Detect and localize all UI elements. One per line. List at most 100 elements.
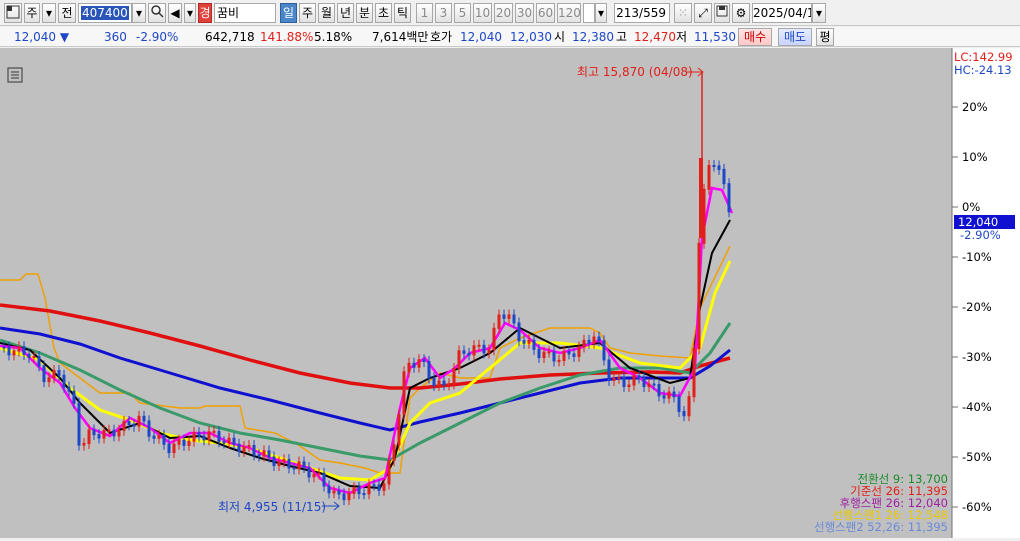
prev-button[interactable]: 전 bbox=[58, 3, 76, 23]
candle-body bbox=[72, 390, 76, 404]
candle-body bbox=[292, 467, 296, 470]
average-button[interactable]: 평 bbox=[816, 28, 834, 46]
custom-period-dropdown-icon[interactable]: ▾ bbox=[595, 3, 607, 23]
period-month-button[interactable]: 월 bbox=[318, 3, 335, 23]
grid-icon[interactable]: ⁙ bbox=[674, 3, 692, 23]
chart-canvas[interactable]: 20% 10% 0% -10% -20% -30% -40% -50% -60% LC:142.… bbox=[0, 48, 1020, 538]
candle-body bbox=[602, 340, 606, 361]
candle-body bbox=[607, 359, 611, 381]
sound-icon[interactable]: ◀ bbox=[168, 3, 182, 23]
price-chart[interactable]: 20% 10% 0% -10% -20% -30% -40% -50% -60% LC:142.… bbox=[0, 48, 1020, 538]
candle-body bbox=[47, 377, 51, 383]
layout-icon[interactable] bbox=[4, 3, 22, 23]
candle-body bbox=[177, 439, 181, 445]
candle-body bbox=[497, 314, 501, 329]
candle-body bbox=[97, 434, 101, 439]
period-second-button[interactable]: 초 bbox=[375, 3, 392, 23]
candle-body bbox=[417, 359, 421, 368]
price-change-pct: -2.90% bbox=[136, 30, 179, 44]
buy-button[interactable]: 매수 bbox=[738, 28, 772, 46]
search-icon[interactable] bbox=[148, 3, 166, 23]
calendar-dropdown-icon[interactable]: ▾ bbox=[812, 3, 826, 23]
candle-body bbox=[587, 339, 591, 344]
candle-body bbox=[392, 444, 396, 462]
candle-body bbox=[442, 380, 446, 386]
minute-3-button[interactable]: 3 bbox=[435, 3, 452, 23]
candle-body bbox=[397, 414, 401, 446]
candle-body bbox=[402, 371, 406, 416]
minute-30-button[interactable]: 30 bbox=[515, 3, 534, 23]
volume-ratio: 141.88% bbox=[260, 30, 314, 44]
custom-period-field[interactable] bbox=[583, 3, 595, 23]
candle-body bbox=[377, 484, 381, 491]
y-axis-panel bbox=[952, 48, 1020, 538]
y-tick-label: -50% bbox=[962, 450, 992, 464]
gear-icon[interactable]: ⚙ bbox=[732, 3, 750, 23]
minute-20-button[interactable]: 20 bbox=[494, 3, 513, 23]
min-price-label: 최저 4,955 (11/15) bbox=[218, 500, 326, 514]
turnover-rate: 5.18% bbox=[314, 30, 353, 44]
candle-body bbox=[432, 377, 436, 386]
count-field[interactable]: 213/559 bbox=[614, 3, 670, 23]
candle-body bbox=[262, 450, 266, 457]
candle-body bbox=[232, 437, 236, 445]
candle-body bbox=[267, 450, 271, 458]
candle-body bbox=[282, 459, 286, 463]
stock-name-field[interactable]: 꿈비 bbox=[214, 3, 276, 23]
minute-60-button[interactable]: 60 bbox=[536, 3, 555, 23]
candle-body bbox=[342, 493, 346, 501]
candle-body bbox=[322, 472, 326, 487]
period-year-button[interactable]: 년 bbox=[337, 3, 354, 23]
candle-body bbox=[107, 429, 111, 432]
candle-body bbox=[637, 375, 641, 379]
candle-body bbox=[122, 421, 126, 431]
candle-body bbox=[82, 443, 86, 446]
period-minute-button[interactable]: 분 bbox=[356, 3, 373, 23]
minute-120-button[interactable]: 120 bbox=[557, 3, 581, 23]
candle-body bbox=[252, 445, 256, 456]
y-tick-label: -60% bbox=[962, 500, 992, 514]
period-week-button[interactable]: 주 bbox=[299, 3, 316, 23]
sound-dropdown-icon[interactable]: ▾ bbox=[184, 3, 196, 23]
candle-body bbox=[287, 459, 291, 469]
candle-body bbox=[207, 431, 211, 441]
candle-body bbox=[537, 348, 541, 359]
candle-body bbox=[652, 383, 656, 386]
candle-body bbox=[712, 165, 716, 168]
candle-body bbox=[677, 396, 681, 412]
period-day-button[interactable]: 일 bbox=[280, 3, 297, 23]
candle-body bbox=[77, 402, 81, 446]
expand-icon[interactable]: ⤢ bbox=[694, 3, 712, 23]
candle-body bbox=[487, 349, 491, 354]
candle-body bbox=[622, 376, 626, 388]
minute-5-button[interactable]: 5 bbox=[454, 3, 471, 23]
candle-body bbox=[552, 351, 556, 362]
candle-body bbox=[227, 437, 231, 444]
ask-price: 12,040 bbox=[460, 30, 502, 44]
trade-amount: 7,614백만 bbox=[372, 30, 429, 44]
period-tick-button[interactable]: 틱 bbox=[394, 3, 411, 23]
candle-body bbox=[522, 340, 526, 344]
candle-body bbox=[422, 359, 426, 363]
minute-10-button[interactable]: 10 bbox=[473, 3, 492, 23]
candle-body bbox=[437, 380, 441, 386]
minute-1-button[interactable]: 1 bbox=[416, 3, 433, 23]
hc-label: HC:-24.13 bbox=[954, 63, 1012, 77]
candle-body bbox=[172, 443, 176, 454]
date-field[interactable]: 2025/04/17 bbox=[752, 3, 812, 23]
candle-body bbox=[382, 483, 386, 491]
code-dropdown-icon[interactable]: ▾ bbox=[132, 3, 146, 23]
candle-body bbox=[482, 344, 486, 354]
sell-button[interactable]: 매도 bbox=[778, 28, 812, 46]
period-type-button[interactable]: 주 bbox=[24, 3, 40, 23]
candle-body bbox=[242, 446, 246, 452]
candle-body bbox=[717, 165, 721, 170]
dropdown-arrow-icon[interactable]: ▾ bbox=[42, 3, 56, 23]
save-icon[interactable] bbox=[714, 3, 730, 23]
candle-body bbox=[157, 434, 161, 439]
code-input[interactable]: 407400 bbox=[78, 3, 132, 23]
open-price: 12,380 bbox=[572, 30, 614, 44]
candle-body bbox=[37, 356, 41, 367]
candle-body bbox=[699, 158, 703, 238]
candle-body bbox=[222, 441, 226, 444]
